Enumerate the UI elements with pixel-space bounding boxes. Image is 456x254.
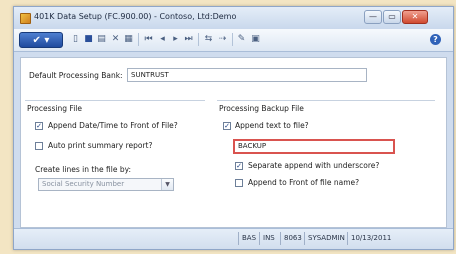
create-lines-label: Create lines in the file by: [35,165,132,174]
toolbar: ✔ ▾ ▯ ■ ▤ ✕ ▦ ⏮ ◂ ▸ ⏭ ⇆ ⇢ ✎ ▣ ? [14,29,453,52]
auto-print-checkbox[interactable] [35,142,43,150]
status-company-id: 8063 [280,232,305,245]
append-front-label: Append to Front of file name? [248,178,360,187]
processing-file-divider [25,100,205,101]
menu-check-icon: ✔ [32,35,41,46]
close-button[interactable]: ✕ [402,10,428,24]
toolbar-separator [232,33,233,46]
create-lines-value: Social Security Number [42,180,125,188]
grid-icon[interactable]: ▦ [123,34,134,45]
backup-file-title: Processing Backup File [219,104,304,113]
copy-icon[interactable]: ▤ [96,34,107,45]
import-icon[interactable]: ⇆ [203,34,214,45]
default-bank-label: Default Processing Bank: [29,71,123,80]
append-text-label: Append text to file? [235,121,309,130]
create-lines-select[interactable]: Social Security Number ▼ [38,178,174,191]
attach-icon[interactable]: ▣ [250,34,261,45]
status-bas: BAS [238,232,259,245]
append-datetime-checkbox[interactable]: ✓ [35,122,43,130]
window-title: 401K Data Setup (FC.900.00) - Contoso, L… [34,12,237,21]
application-menu-button[interactable]: ✔ ▾ [19,32,63,48]
backup-text-field[interactable]: BACKUP [233,139,395,154]
auto-print-label: Auto print summary report? [48,141,153,150]
previous-record-icon[interactable]: ◂ [157,34,168,45]
backup-file-divider [217,100,435,101]
default-bank-field[interactable]: SUNTRUST [127,68,367,82]
processing-file-title: Processing File [27,104,82,113]
append-text-checkbox[interactable]: ✓ [223,122,231,130]
app-window: 401K Data Setup (FC.900.00) - Contoso, L… [13,6,454,250]
new-document-icon[interactable]: ▯ [70,34,81,45]
status-bar: BAS INS 8063 SYSADMIN 10/13/2011 [14,228,453,249]
app-icon [20,13,31,24]
save-icon[interactable]: ■ [83,34,94,45]
export-icon[interactable]: ⇢ [217,34,228,45]
toolbar-separator [138,33,139,46]
help-icon[interactable]: ? [430,34,441,45]
form-panel: Default Processing Bank: SUNTRUST Proces… [20,57,447,228]
status-date: 10/13/2011 [347,232,394,245]
separate-underscore-label: Separate append with underscore? [248,161,380,170]
last-record-icon[interactable]: ⏭ [183,34,194,45]
next-record-icon[interactable]: ▸ [170,34,181,45]
toolbar-separator [198,33,199,46]
chevron-down-icon[interactable]: ▼ [161,179,173,190]
first-record-icon[interactable]: ⏮ [143,34,154,45]
minimize-button[interactable]: — [364,10,382,24]
delete-icon[interactable]: ✕ [110,34,121,45]
maximize-button[interactable]: ▭ [383,10,401,24]
append-datetime-label: Append Date/Time to Front of File? [48,121,178,130]
status-ins: INS [259,232,278,245]
notes-icon[interactable]: ✎ [236,34,247,45]
separate-underscore-checkbox[interactable]: ✓ [235,162,243,170]
status-user: SYSADMIN [304,232,348,245]
append-front-checkbox[interactable] [235,179,243,187]
title-bar[interactable]: 401K Data Setup (FC.900.00) - Contoso, L… [14,7,453,29]
